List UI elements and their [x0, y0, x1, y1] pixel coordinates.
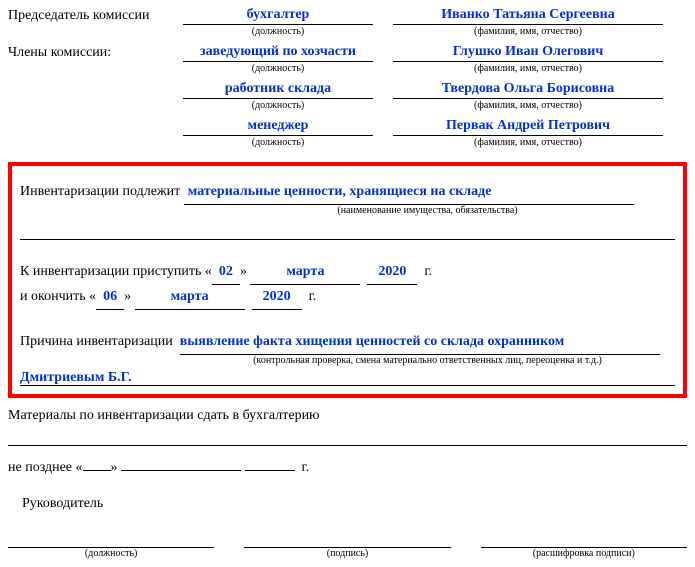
position-sublabel: (должность)	[183, 63, 373, 74]
reason-continuation: Дмитриевым Б.Г.	[20, 370, 675, 386]
subject-label: Инвентаризации подлежит	[20, 184, 180, 199]
signer-label: Руководитель	[8, 496, 687, 512]
member-position: работник склада	[183, 80, 373, 99]
year-suffix: г.	[309, 289, 317, 304]
start-date-line: К инвентаризации приступить «02» марта 2…	[20, 260, 675, 285]
position-sublabel: (должность)	[183, 100, 373, 111]
member-position: менеджер	[183, 117, 373, 136]
name-sublabel: (фамилия, имя, отчество)	[393, 26, 663, 37]
reason-value-1: выявление факта хищения ценностей со скл…	[180, 330, 660, 355]
blank-year	[245, 457, 295, 471]
member-name: Твердова Ольга Борисовна	[393, 80, 663, 99]
signature-row: (должность) (подпись) (расшифровка подпи…	[8, 532, 687, 559]
signature-position-line	[8, 532, 214, 548]
start-label: К инвентаризации приступить	[20, 264, 201, 279]
member-name: Первак Андрей Петрович	[393, 117, 663, 136]
signature-position-sub: (должность)	[8, 548, 214, 559]
signature-sign-line	[244, 532, 450, 548]
member-name: Глушко Иван Олегович	[393, 43, 663, 62]
blank-month	[121, 457, 241, 471]
year-suffix: г.	[302, 460, 310, 475]
name-sublabel: (фамилия, имя, отчество)	[393, 100, 663, 111]
end-month: марта	[135, 285, 245, 310]
signature-sign-sub: (подпись)	[244, 548, 450, 559]
subject-value: материальные ценности, хранящиеся на скл…	[184, 180, 634, 205]
blank-day	[83, 457, 111, 471]
start-month: марта	[250, 260, 360, 285]
name-sublabel: (фамилия, имя, отчество)	[393, 137, 663, 148]
reason-label: Причина инвентаризации	[20, 334, 173, 349]
signature-decode-line	[481, 532, 687, 548]
chairman-position: бухгалтер	[183, 6, 373, 25]
members-label: Члены комиссии:	[8, 43, 183, 61]
member-row: менеджер (должность) Первак Андрей Петро…	[8, 117, 687, 152]
chairman-row: Председатель комиссии бухгалтер (должнос…	[8, 6, 687, 41]
end-label: и окончить	[20, 289, 86, 304]
reason-sublabel: (контрольная проверка, смена материально…	[180, 355, 675, 366]
materials-label: Материалы по инвентаризации сдать в бухг…	[8, 404, 687, 428]
member-position: заведующий по хозчасти	[183, 43, 373, 62]
signature-decode-sub: (расшифровка подписи)	[481, 548, 687, 559]
deadline-label: не позднее	[8, 460, 72, 475]
end-day: 06	[96, 285, 124, 310]
end-year: 2020	[252, 285, 302, 310]
start-year: 2020	[367, 260, 417, 285]
position-sublabel: (должность)	[183, 26, 373, 37]
blank-underline	[8, 430, 687, 446]
reason-value-2: Дмитриевым Б.Г.	[20, 370, 131, 386]
name-sublabel: (фамилия, имя, отчество)	[393, 63, 663, 74]
member-row: работник склада (должность) Твердова Оль…	[8, 80, 687, 115]
subject-line: Инвентаризации подлежит материальные цен…	[20, 180, 675, 205]
year-suffix: г.	[424, 264, 432, 279]
chairman-label: Председатель комиссии	[8, 6, 183, 24]
highlighted-section: Инвентаризации подлежит материальные цен…	[8, 162, 687, 398]
deadline-line: не позднее «» г.	[8, 456, 687, 480]
member-row: Члены комиссии: заведующий по хозчасти (…	[8, 43, 687, 78]
position-sublabel: (должность)	[183, 137, 373, 148]
reason-line: Причина инвентаризации выявление факта х…	[20, 330, 675, 355]
blank-underline	[20, 224, 675, 240]
end-date-line: и окончить «06» марта 2020 г.	[20, 285, 675, 310]
chairman-name: Иванко Татьяна Сергеевна	[393, 6, 663, 25]
subject-sublabel: (наименование имущества, обязательства)	[180, 205, 675, 216]
start-day: 02	[212, 260, 240, 285]
